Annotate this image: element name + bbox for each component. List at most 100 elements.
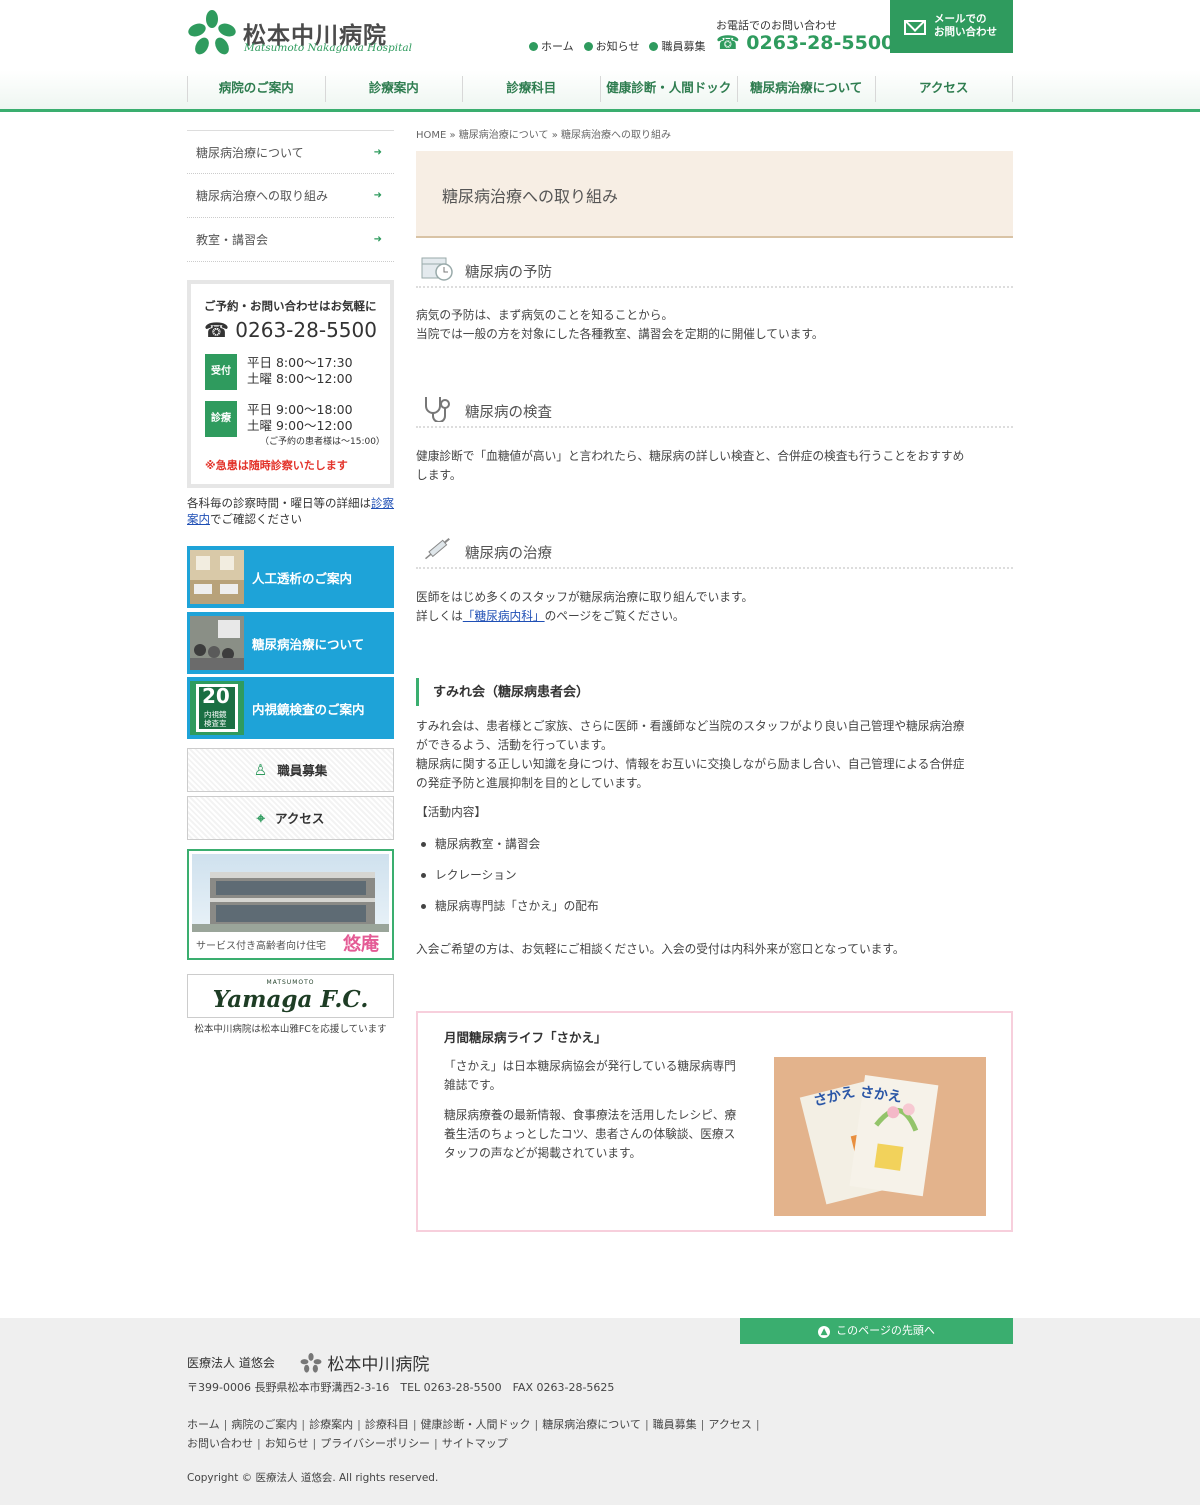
- activity-label: 【活動内容】: [416, 805, 487, 819]
- recruit-button[interactable]: ♙ 職員募集: [187, 748, 394, 792]
- list-item: 糖尿病教室・講習会: [416, 836, 1013, 867]
- arrow-right-icon: ➜: [373, 190, 382, 201]
- nav-health-checkup[interactable]: 健康診断・人間ドック: [599, 76, 738, 102]
- copyright: Copyright © 医療法人 道悠会. All rights reserve…: [187, 1472, 439, 1484]
- footer-link[interactable]: アクセス: [708, 1418, 751, 1431]
- contact-hours-box: ご予約・お問い合わせはお気軽に ☎ 0263-28-5500 受付 平日 8:0…: [187, 280, 394, 488]
- header-rule: [0, 109, 1200, 112]
- list-item: レクレーション: [416, 867, 1013, 898]
- footer-link[interactable]: 糖尿病治療について: [542, 1418, 641, 1431]
- clinic-note: （ご予約の患者様は～15:00）: [260, 437, 385, 447]
- clinic-hours: 平日 9:00～18:00 土曜 9:00～12:00: [247, 402, 353, 433]
- section-title: 糖尿病の検査: [465, 405, 552, 421]
- housing-building-photo: [192, 854, 389, 932]
- footer-link[interactable]: 病院のご案内: [231, 1418, 297, 1431]
- header-phone-number: 0263-28-5500: [746, 32, 895, 54]
- yamaga-small-text: MATSUMOTO: [266, 979, 315, 986]
- recruit-button-label: 職員募集: [277, 763, 328, 778]
- prevention-text: 病気の予防は、まず病気のことを知ることから。 当院では一般の方を対象にした各種教室…: [416, 308, 824, 341]
- banner-yamaga-fc[interactable]: MATSUMOTO Yamaga F.C.: [187, 974, 394, 1018]
- bullet-icon: [583, 42, 593, 51]
- access-button[interactable]: ⌖ アクセス: [187, 796, 394, 840]
- breadcrumb[interactable]: HOME » 糖尿病治療について » 糖尿病治療への取り組み: [416, 126, 1013, 141]
- sakae-intro: 「さかえ」は日本糖尿病協会が発行している糖尿病専門 雑誌です。: [444, 1059, 736, 1092]
- footer-link[interactable]: お知らせ: [265, 1437, 309, 1450]
- banner-diabetes[interactable]: 糖尿病治療について: [187, 612, 394, 674]
- banner-endoscopy[interactable]: 20 内視鏡 検査室 内視鏡検査のご案内: [187, 677, 394, 739]
- contact-phone-number: 0263-28-5500: [235, 318, 377, 342]
- building-illustration: [192, 872, 389, 932]
- page-title-box: 糖尿病治療への取り組み: [416, 151, 1013, 238]
- footer-link[interactable]: 診療科目: [365, 1418, 409, 1431]
- header-phone[interactable]: ☎ 0263-28-5500: [716, 32, 894, 54]
- nav-hospital-info[interactable]: 病院のご案内: [187, 76, 325, 102]
- footer-link[interactable]: サイトマップ: [442, 1437, 508, 1450]
- banner-yuan-housing[interactable]: サービス付き高齢者向け住宅 悠庵: [187, 849, 394, 960]
- sakae-magazine-photo: さかえ さかえ: [774, 1057, 986, 1216]
- nav-diabetes[interactable]: 糖尿病治療について: [737, 76, 875, 102]
- dialysis-room-photo: [190, 550, 244, 604]
- footer-link[interactable]: ホーム: [187, 1418, 220, 1431]
- yamaga-logo: Yamaga F.C.: [212, 986, 369, 1013]
- toplink-news[interactable]: お知らせ: [583, 38, 639, 54]
- logo-english-name: Matsumoto Nakagawa Hospital: [244, 42, 412, 54]
- subnav-label: 糖尿病治療について: [196, 145, 304, 160]
- flower-logo-icon: [300, 1353, 322, 1373]
- banner-dialysis[interactable]: 人工透析のご案内: [187, 546, 394, 608]
- housing-caption: サービス付き高齢者向け住宅: [196, 941, 326, 952]
- list-item: 糖尿病専門誌「さかえ」の配布: [416, 898, 1013, 929]
- treatment-text: 医師をはじめ多くのスタッフが糖尿病治療に取り組んでいます。 詳しくは「糖尿病内科」…: [416, 590, 754, 623]
- footer-link[interactable]: プライバシーポリシー: [320, 1437, 430, 1450]
- mail-inquiry-button[interactable]: メールでの お問い合わせ: [890, 0, 1013, 53]
- emergency-note: ※急患は随時診察いたします: [205, 459, 348, 472]
- reception-hours: 平日 8:00～17:30 土曜 8:00～12:00: [247, 355, 353, 386]
- footer-link[interactable]: お問い合わせ: [187, 1437, 253, 1450]
- stethoscope-icon: [425, 397, 450, 422]
- room-sign-text: 内視鏡 検査室: [204, 710, 227, 728]
- toplink-home[interactable]: ホーム: [529, 38, 574, 54]
- mail-button-label: メールでの お問い合わせ: [934, 13, 997, 38]
- hours-description: 各科毎の診察時間・曜日等の詳細は診察案内でご確認ください: [187, 496, 394, 526]
- bullet-icon: [649, 42, 659, 51]
- sumire-title: すみれ会（糖尿病患者会）: [433, 685, 590, 700]
- lecture-photo: [190, 616, 244, 670]
- flower-logo-icon: [188, 10, 236, 55]
- diabetes-internal-medicine-link[interactable]: 「糖尿病内科」: [463, 609, 545, 623]
- global-nav: 病院のご案内 診療案内 診療科目 健康診断・人間ドック 糖尿病治療について アク…: [187, 76, 1013, 102]
- nav-departments[interactable]: 診療科目: [462, 76, 600, 102]
- phone-icon: ☎: [204, 318, 229, 342]
- footer-link[interactable]: 職員募集: [653, 1418, 697, 1431]
- banner-label: 糖尿病治療について: [252, 637, 365, 652]
- nav-consultation[interactable]: 診療案内: [324, 76, 463, 102]
- subnav-item-diabetes[interactable]: 糖尿病治療について ➜: [187, 130, 394, 174]
- contact-phone[interactable]: ☎ 0263-28-5500: [204, 318, 377, 342]
- subnav-label: 教室・講習会: [196, 233, 269, 247]
- section-heading-prevention: 糖尿病の予防: [416, 252, 1013, 288]
- sub-nav: 糖尿病治療について ➜ 糖尿病治療への取り組み ➜ 教室・講習会 ➜: [187, 130, 394, 262]
- banner-label: 人工透析のご案内: [252, 571, 353, 586]
- room-number: 20: [202, 684, 230, 708]
- sidebar: 糖尿病治療について ➜ 糖尿病治療への取り組み ➜ 教室・講習会 ➜ ご予約・お問い合…: [187, 130, 394, 1035]
- sakae-magazine-box: 月間糖尿病ライフ「さかえ」 「さかえ」は日本糖尿病協会が発行している糖尿病専門雑…: [416, 1011, 1013, 1232]
- footer-link[interactable]: 診療案内: [309, 1418, 353, 1431]
- arrow-right-icon: ➜: [373, 146, 382, 158]
- access-button-label: アクセス: [275, 811, 325, 826]
- back-to-top-button[interactable]: ▲ このページの先頭へ: [740, 1318, 1013, 1344]
- toplink-label: ホーム: [541, 40, 574, 53]
- activity-list: 糖尿病教室・講習会 レクレーション 糖尿病専門誌「さかえ」の配布: [416, 836, 1013, 929]
- subnav-item-classes[interactable]: 教室・講習会 ➜: [187, 218, 394, 262]
- clinic-tag: 診療: [205, 401, 237, 437]
- magazine-covers: [774, 1057, 986, 1216]
- site-logo[interactable]: 松本中川病院 Matsumoto Nakagawa Hospital: [187, 10, 417, 58]
- nav-access[interactable]: アクセス: [874, 76, 1013, 102]
- toplink-recruit[interactable]: 職員募集: [649, 38, 705, 54]
- person-icon: ♙: [253, 761, 268, 779]
- footer-address: 〒399-0006 長野県松本市野溝西2-3-16 TEL 0263-28-55…: [187, 1381, 615, 1394]
- section-title: 糖尿病の治療: [465, 546, 552, 562]
- yamaga-caption: 松本中川病院は松本山雅FCを応援しています: [194, 1024, 387, 1035]
- footer-link[interactable]: 健康診断・人間ドック: [421, 1418, 531, 1431]
- back-to-top-label: このページの先頭へ: [836, 1324, 935, 1337]
- sakae-title: 月間糖尿病ライフ「さかえ」: [444, 1030, 607, 1045]
- subnav-item-initiatives[interactable]: 糖尿病治療への取り組み ➜: [187, 174, 394, 218]
- calendar-clock-icon: [421, 257, 453, 281]
